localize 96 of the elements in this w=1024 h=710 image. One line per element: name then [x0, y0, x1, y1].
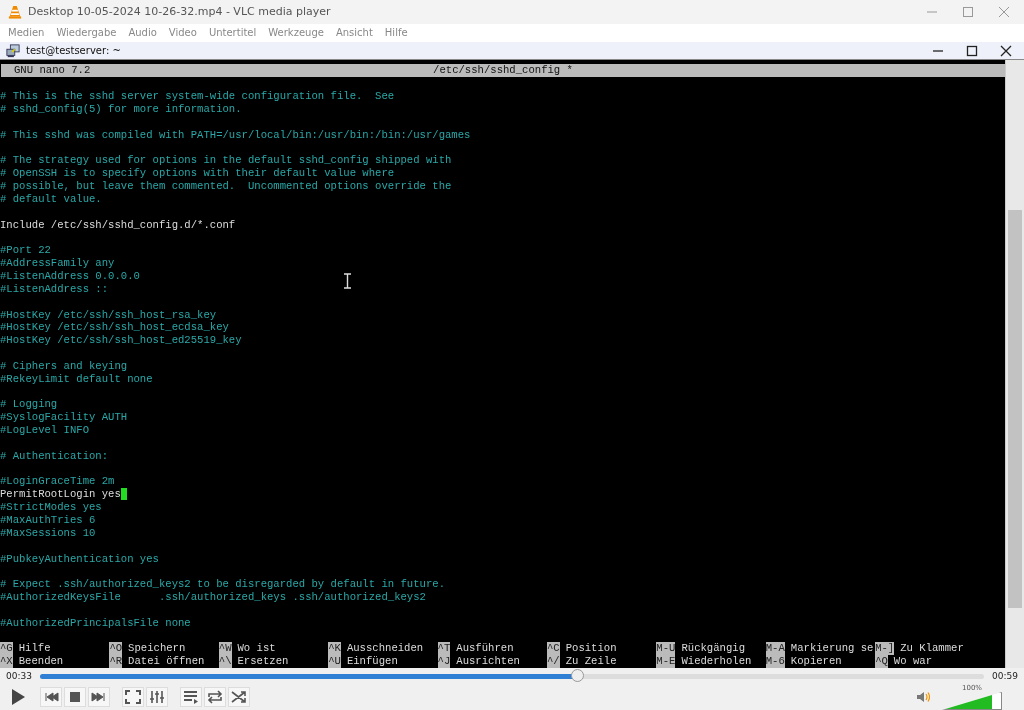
computer-icon	[6, 43, 20, 58]
shortcut-key: ^\	[218, 655, 232, 669]
shortcut-label: Hilfe	[18, 642, 51, 656]
shortcut-key: ^K	[328, 642, 341, 656]
shortcut-key: ^U	[328, 655, 341, 669]
loop-icon[interactable]	[204, 687, 226, 707]
code-line: #HostKey /etc/ssh/ssh_host_ecdsa_key	[0, 321, 229, 335]
shortcut-key: M-E	[656, 655, 676, 669]
shortcut-key: M-6	[765, 655, 785, 669]
code-line: PermitRootLogin yes	[0, 488, 121, 502]
shortcut-label: Rückgängig	[681, 642, 745, 656]
code-line: #ListenAddress 0.0.0.0	[0, 270, 140, 283]
shortcut-key: ^X	[0, 655, 13, 669]
menu-item[interactable]: Video	[162, 27, 203, 39]
elapsed-time: 00:33	[6, 671, 32, 682]
shortcut-key: ^J	[437, 655, 451, 669]
shortcut-key: ^G	[0, 642, 13, 656]
shortcut-label: Position	[565, 642, 617, 656]
terminal-title: test@testserver: ~	[26, 45, 121, 57]
maximize-icon[interactable]	[966, 44, 978, 57]
code-line: #LoginGraceTime 2m	[0, 475, 115, 489]
code-line: # This is the sshd server system-wide configuration file. See	[0, 90, 395, 103]
fullscreen-icon[interactable]	[122, 687, 144, 707]
code-line: #ListenAddress ::	[0, 282, 109, 296]
equalizer-icon[interactable]	[146, 687, 168, 707]
shortcut-label: Ausrichten	[456, 655, 520, 669]
menu-item[interactable]: Hilfe	[378, 27, 414, 39]
menu-item[interactable]: Werkzeuge	[262, 27, 330, 39]
shortcut-key: ^O	[109, 642, 123, 656]
menu-item[interactable]: Audio	[122, 27, 163, 39]
shortcut-label: Speichern	[128, 642, 186, 656]
shortcut-key: ^T	[437, 642, 451, 656]
shortcut-key: ^W	[218, 642, 232, 656]
total-time: 00:59	[992, 671, 1018, 682]
code-line: # OpenSSH is to specify options with their default value where	[0, 167, 395, 181]
next-icon[interactable]	[88, 687, 110, 707]
code-line: # Logging	[0, 398, 58, 412]
shortcut-label: Wiederholen	[681, 655, 752, 669]
code-line: # Ciphers and keying	[0, 359, 128, 373]
shuffle-icon[interactable]	[228, 687, 250, 707]
editor-version: GNU nano 7.2	[13, 64, 91, 78]
playlist-icon[interactable]	[180, 687, 202, 707]
code-line: #HostKey /etc/ssh/ssh_host_ed25519_key	[0, 334, 242, 348]
code-line: #SyslogFacility AUTH	[0, 411, 128, 425]
shortcut-label: Ausführen	[456, 642, 514, 656]
shortcut-label: Einfügen	[346, 655, 398, 669]
menu-item[interactable]: Untertitel	[202, 27, 263, 39]
seek-handle[interactable]	[571, 668, 585, 682]
shortcut-label: Datei öffnen	[128, 655, 205, 669]
menu-item[interactable]: Wiedergabe	[50, 27, 123, 39]
shortcut-key: M-]	[875, 642, 895, 656]
code-line: #MaxAuthTries 6	[0, 514, 96, 527]
code-line: #AuthorizedPrincipalsFile none	[0, 616, 191, 630]
shortcut-label: Ersetzen	[237, 655, 289, 669]
code-line: # This sshd was compiled with PATH=/usr/local/bin:/usr/bin:/bin:/usr/games	[0, 128, 471, 142]
shortcut-key: ^Q	[875, 655, 888, 669]
code-line: #MaxSessions 10	[0, 526, 96, 540]
window-title: Desktop 10-05-2024 10-26-32.mp4 - VLC media player	[28, 5, 331, 19]
shortcut-label: Ausschneiden	[346, 642, 424, 656]
shortcut-key: ^R	[109, 655, 123, 669]
shortcut-label: Zu Zeile	[565, 655, 617, 669]
stop-icon[interactable]	[64, 687, 86, 707]
speaker-icon[interactable]	[916, 690, 930, 704]
traffic-cone-icon	[8, 4, 22, 19]
file-name: /etc/ssh/sshd_config *	[433, 64, 573, 78]
scrollbar[interactable]	[1005, 60, 1024, 669]
shortcut-key: ^/	[546, 655, 560, 669]
menu-item[interactable]: Medien	[2, 27, 51, 39]
code-line: #Port 22	[0, 244, 51, 258]
code-line: #HostKey /etc/ssh/ssh_host_rsa_key	[0, 308, 217, 322]
code-line: #PubkeyAuthentication yes	[0, 552, 159, 566]
shortcut-label: Kopieren	[790, 655, 842, 669]
shortcut-label: Markierung se	[790, 642, 874, 656]
code-line: # Authentication:	[0, 449, 109, 463]
code-line: #AddressFamily any	[0, 257, 115, 270]
code-line: #RekeyLimit default none	[0, 372, 153, 386]
code-line: #StrictModes yes	[0, 501, 102, 514]
shortcut-key: M-U	[656, 642, 676, 656]
close-icon[interactable]	[1000, 44, 1012, 57]
text-cursor-icon	[344, 273, 351, 290]
shortcut-key: ^C	[546, 642, 560, 656]
shortcut-label: Wo ist	[237, 642, 276, 656]
shortcut-label: Beenden	[18, 655, 64, 669]
code-line: # Expect .ssh/authorized_keys2 to be disregarded by default in future.	[0, 578, 445, 592]
code-line: Include /etc/ssh/sshd_config.d/*.conf	[0, 218, 236, 232]
shortcut-label: Wo war	[893, 655, 932, 669]
code-line: # default value.	[0, 192, 102, 206]
code-line: # sshd_config(5) for more information.	[0, 103, 242, 116]
shortcut-label: Zu Klammer	[900, 642, 964, 656]
shortcut-key: M-A	[765, 642, 785, 656]
code-line: # The strategy used for options in the default sshd_config shipped with	[0, 154, 452, 168]
code-line: # possible, but leave them commented. Uncommented options override the	[0, 180, 452, 193]
code-line: #AuthorizedKeysFile .ssh/authorized_keys .ssh/authorized_keys2	[0, 591, 426, 604]
code-line: #LogLevel INFO	[0, 424, 89, 437]
menu-item[interactable]: Ansicht	[329, 27, 379, 39]
previous-icon[interactable]	[40, 687, 62, 707]
